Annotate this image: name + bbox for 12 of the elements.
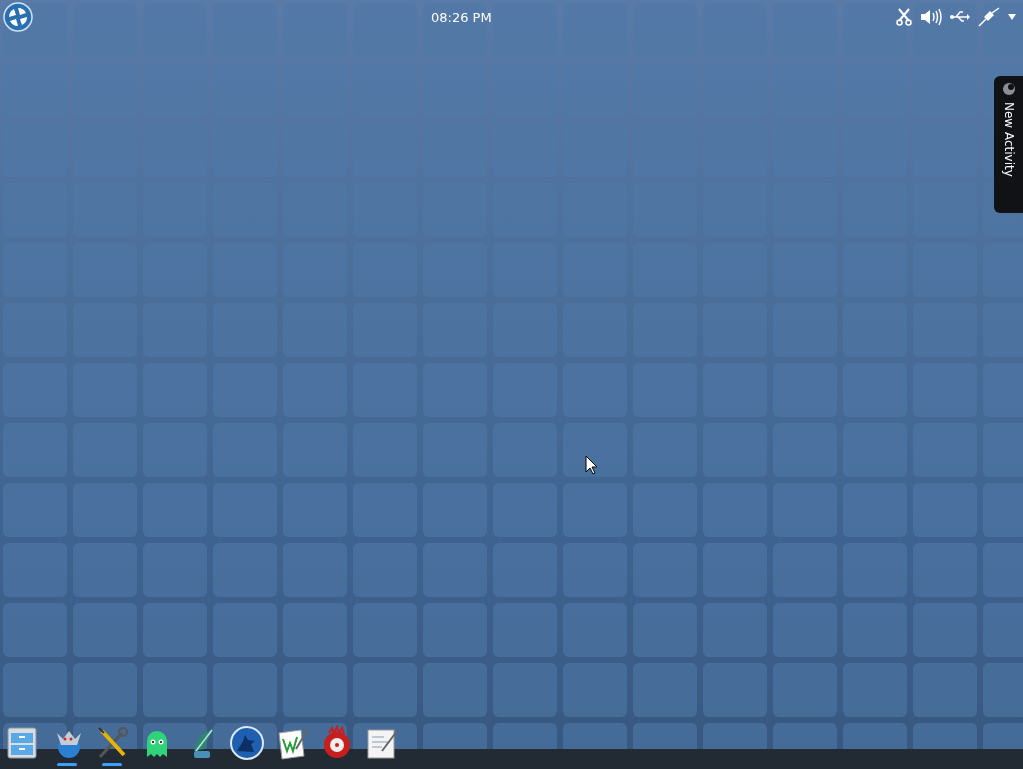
mouse-cursor-icon — [585, 455, 598, 475]
activity-icon — [1001, 82, 1016, 96]
scissors-icon[interactable] — [896, 8, 912, 26]
new-activity-label: New Activity — [1000, 102, 1017, 177]
usb-icon[interactable] — [950, 10, 970, 24]
launcher-icon[interactable] — [3, 2, 33, 32]
volume-icon[interactable] — [920, 8, 942, 26]
plug-icon[interactable] — [978, 7, 1000, 27]
dropdown-arrow-icon[interactable] — [1008, 14, 1016, 20]
file-cabinet-icon[interactable] — [4, 725, 40, 761]
clock[interactable]: 08:26 PM — [431, 8, 492, 28]
new-activity-tab[interactable]: New Activity — [994, 76, 1023, 213]
